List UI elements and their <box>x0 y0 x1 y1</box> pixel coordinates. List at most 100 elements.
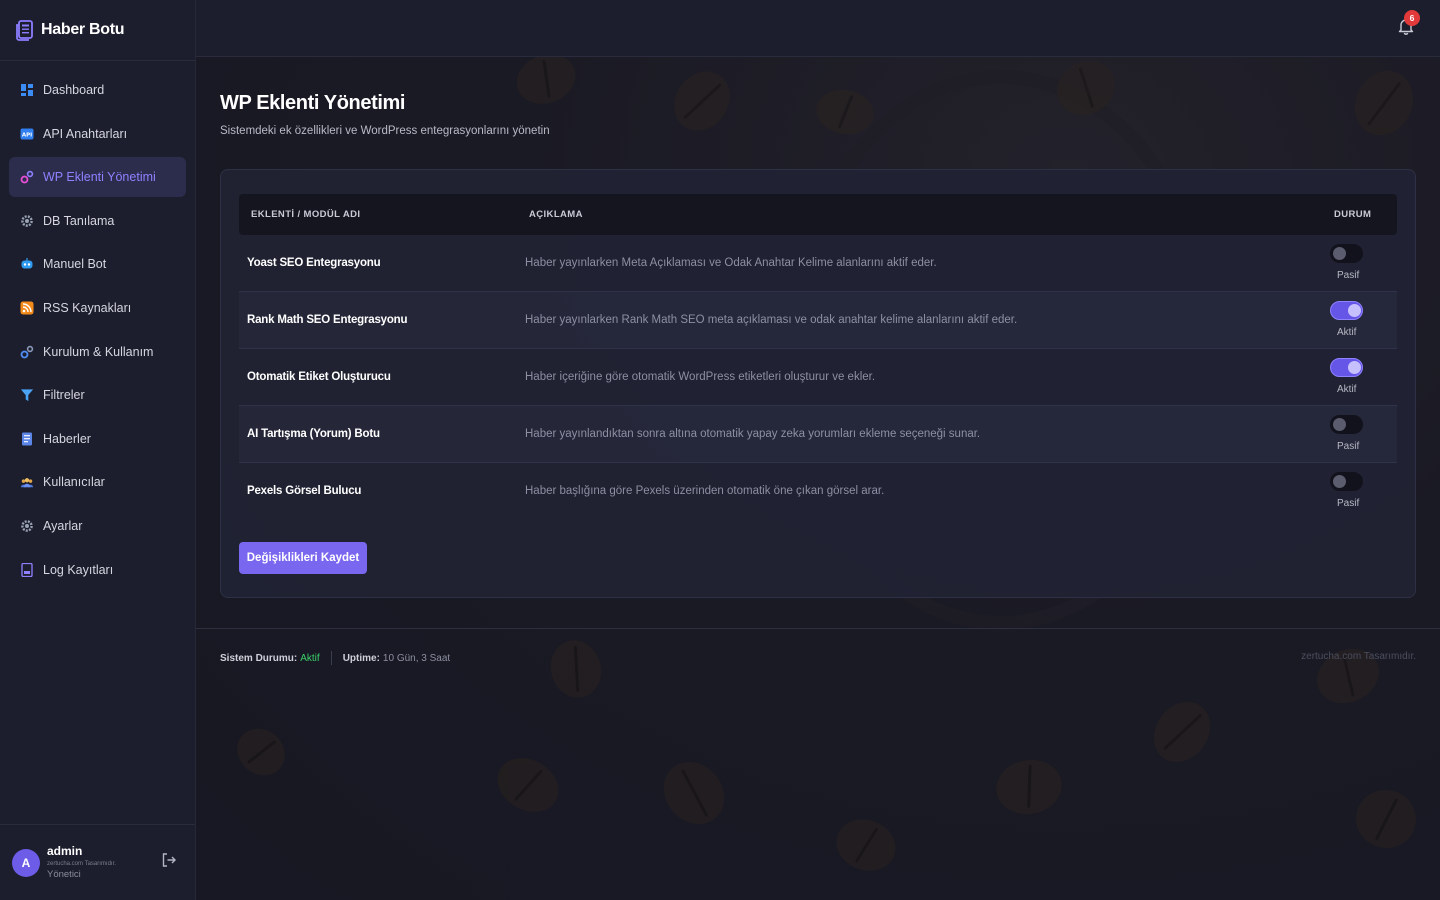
column-header-status: DURUM <box>1334 209 1372 220</box>
brand-title: Haber Botu <box>41 21 125 38</box>
table-row: Otomatik Etiket Oluşturucu Haber içeriği… <box>239 349 1397 406</box>
toggle-knob <box>1348 361 1361 374</box>
coffee-bean <box>227 719 295 785</box>
sidebar-item-setup-usage[interactable]: Kurulum & Kullanım <box>9 332 186 372</box>
coffee-bean <box>1344 61 1424 145</box>
topbar: 6 <box>196 0 1440 57</box>
sidebar-item-wp-plugins[interactable]: WP Eklenti Yönetimi <box>9 157 186 198</box>
sidebar-item-label: Haberler <box>43 431 91 446</box>
sidebar-nav: Dashboard API API Anahtarları WP Eklenti… <box>0 61 195 590</box>
newspaper-icon <box>20 432 34 446</box>
plugin-toggle[interactable] <box>1330 472 1363 491</box>
uptime-label: Uptime: <box>342 652 380 664</box>
sidebar-item-label: Dashboard <box>43 83 105 97</box>
coffee-bean <box>487 747 569 823</box>
sidebar-item-label: Manuel Bot <box>43 257 107 272</box>
log-icon <box>20 562 34 577</box>
toggle-knob <box>1333 475 1346 488</box>
gear-icon <box>20 214 34 228</box>
page-subtitle: Sistemdeki ek özellikleri ve WordPress e… <box>220 125 550 137</box>
column-header-name: EKLENTİ / MODÜL ADI <box>251 209 361 220</box>
plugin-description: Haber yayınlandıktan sonra altına otomat… <box>525 428 981 440</box>
save-changes-button[interactable]: Değişiklikleri Kaydet <box>239 542 367 574</box>
sidebar-item-label: RSS Kaynakları <box>43 300 132 315</box>
user-name: admin <box>47 843 83 858</box>
users-icon <box>20 475 34 489</box>
plugin-name: Pexels Görsel Bulucu <box>247 485 362 497</box>
logout-icon[interactable] <box>161 852 177 868</box>
coffee-bean <box>651 749 737 837</box>
footer-credit: zertucha.com Tasarımıdır. <box>1301 651 1416 662</box>
coffee-bean <box>991 754 1067 820</box>
sidebar-item-filters[interactable]: Filtreler <box>9 375 186 415</box>
api-icon: API <box>20 127 34 141</box>
table-row: Rank Math SEO Entegrasyonu Haber yayınla… <box>239 292 1397 349</box>
plugin-description: Haber yayınlarken Meta Açıklaması ve Oda… <box>525 257 937 269</box>
plugin-name: AI Tartışma (Yorum) Botu <box>247 428 380 440</box>
table-header: EKLENTİ / MODÜL ADI AÇIKLAMA DURUM <box>239 194 1397 235</box>
sidebar-item-label: Log Kayıtları <box>43 562 114 577</box>
plugin-toggle[interactable] <box>1330 358 1363 377</box>
sidebar-item-manual-bot[interactable]: Manuel Bot <box>9 244 186 284</box>
notification-badge[interactable]: 6 <box>1404 10 1420 26</box>
sidebar-item-label: WP Eklenti Yönetimi <box>43 170 156 185</box>
table-row: Yoast SEO Entegrasyonu Haber yayınlarken… <box>239 235 1397 292</box>
plugin-status: Aktif <box>1337 384 1357 395</box>
coffee-bean <box>829 811 903 879</box>
rss-icon <box>20 301 34 315</box>
plugin-status: Pasif <box>1337 498 1360 509</box>
sidebar-item-users[interactable]: Kullanıcılar <box>9 462 186 502</box>
plugin-description: Haber yayınlarken Rank Math SEO meta açı… <box>525 314 1018 326</box>
user-credit: zertucha.com Tasarımıdır. <box>47 861 116 868</box>
table-row: AI Tartışma (Yorum) Botu Haber yayınland… <box>239 406 1397 463</box>
sidebar-item-api-keys[interactable]: API API Anahtarları <box>9 114 186 154</box>
uptime-value: 10 Gün, 3 Saat <box>382 652 451 664</box>
plugin-name: Rank Math SEO Entegrasyonu <box>247 314 408 326</box>
user-info: admin zertucha.com Tasarımıdır. Yönetici <box>47 843 116 880</box>
sidebar-item-news[interactable]: Haberler <box>9 419 186 459</box>
coffee-bean <box>662 60 742 142</box>
sidebar-item-dashboard[interactable]: Dashboard <box>9 70 186 110</box>
sidebar: Haber Botu Dashboard API API Anahtarları… <box>0 0 196 900</box>
plugins-card: EKLENTİ / MODÜL ADI AÇIKLAMA DURUM Yoast… <box>220 169 1416 598</box>
sidebar-item-label: DB Tanılama <box>43 213 115 228</box>
main-content: 6 WP Eklenti Yönetimi Sistemdeki ek özel… <box>196 0 1440 900</box>
avatar[interactable]: A <box>12 848 40 877</box>
plugin-status: Aktif <box>1337 327 1357 338</box>
coffee-bean <box>1142 690 1222 774</box>
page-title: WP Eklenti Yönetimi <box>220 92 406 114</box>
sidebar-item-settings[interactable]: Ayarlar <box>9 506 186 546</box>
user-profile: A admin zertucha.com Tasarımıdır. Yöneti… <box>0 824 195 900</box>
plugin-name: Yoast SEO Entegrasyonu <box>247 257 381 269</box>
gears-icon <box>20 170 34 184</box>
svg-text:API: API <box>22 132 32 138</box>
sidebar-item-label: Filtreler <box>43 388 85 403</box>
footer-separator <box>330 651 332 665</box>
plugin-status: Pasif <box>1337 441 1360 452</box>
gears-icon <box>20 345 34 359</box>
table-row: Pexels Görsel Bulucu Haber başlığına gör… <box>239 463 1397 520</box>
plugin-description: Haber içeriğine göre otomatik WordPress … <box>525 371 876 383</box>
plugin-name: Otomatik Etiket Oluşturucu <box>247 371 391 383</box>
system-status-label: Sistem Durumu: <box>220 652 298 664</box>
filter-icon <box>20 388 34 402</box>
sidebar-item-rss-sources[interactable]: RSS Kaynakları <box>9 288 186 328</box>
plugin-status: Pasif <box>1337 270 1360 281</box>
user-role: Yönetici <box>47 868 81 880</box>
sidebar-item-logs[interactable]: Log Kayıtları <box>9 550 186 590</box>
sidebar-item-label: API Anahtarları <box>43 126 128 141</box>
column-header-description: AÇIKLAMA <box>529 209 583 220</box>
plugin-toggle[interactable] <box>1330 244 1363 263</box>
plugin-toggle[interactable] <box>1330 415 1363 434</box>
sidebar-item-db-diagnostics[interactable]: DB Tanılama <box>9 201 186 241</box>
robot-icon <box>20 257 34 271</box>
plugin-toggle[interactable] <box>1330 301 1363 320</box>
plugin-description: Haber başlığına göre Pexels üzerinden ot… <box>525 485 885 497</box>
toggle-knob <box>1348 304 1361 317</box>
footer-status: Sistem Durumu: Aktif Uptime: 10 Gün, 3 S… <box>220 651 450 665</box>
gear-icon <box>20 519 34 533</box>
newspaper-logo-icon <box>16 20 33 41</box>
footer-divider <box>196 628 1440 629</box>
brand[interactable]: Haber Botu <box>0 0 195 61</box>
sidebar-item-label: Kullanıcılar <box>43 475 105 490</box>
